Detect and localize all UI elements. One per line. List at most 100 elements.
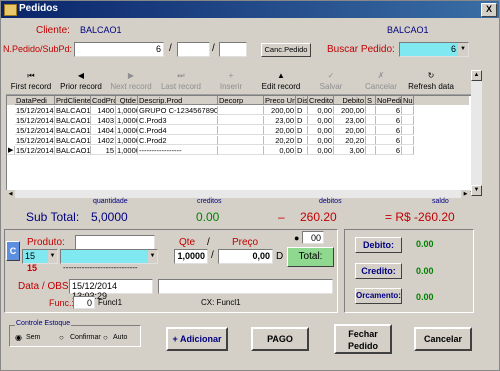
debito-button[interactable]: Debito: xyxy=(355,237,402,253)
grid-cell: 20,00 xyxy=(334,126,366,135)
scroll-down-icon[interactable]: ▼ xyxy=(471,185,482,196)
adicionar-button[interactable]: + Adicionar xyxy=(166,327,228,351)
chevron-down-icon[interactable]: ▼ xyxy=(458,43,468,56)
table-row[interactable]: 15/12/2014 BALCAO1 1400 1,0000 GRUPO C-12345… xyxy=(7,106,469,115)
grid-cell: D xyxy=(296,116,308,125)
grid-cell: C.Prod4 xyxy=(138,126,218,135)
estoque-sem-radio[interactable]: ◉ xyxy=(15,333,22,342)
grid-column-header[interactable]: Descrip.Prod xyxy=(138,96,218,105)
cancelar-button[interactable]: Cancelar xyxy=(414,327,472,351)
grid-column-header[interactable]: NoPedido xyxy=(376,96,402,105)
grid-column-header[interactable]: Debito xyxy=(334,96,366,105)
nav-button-4[interactable]: + Inserir xyxy=(208,70,254,94)
grid-cell xyxy=(366,146,376,155)
table-row[interactable]: 15/12/2014 BALCAO1 1404 1,0000 C.Prod4 20,00 D… xyxy=(7,126,469,135)
produto-code-select[interactable]: 15 ▼ xyxy=(22,249,58,264)
orcamento-button[interactable]: Orcamento: xyxy=(355,288,402,304)
debito-value: 0.00 xyxy=(416,239,434,249)
grid-column-header[interactable]: Nu xyxy=(402,96,414,105)
data-obs-input[interactable]: 15/12/2014 13:03:29 xyxy=(69,279,153,301)
grid-cell: 20,20 xyxy=(334,136,366,145)
scroll-left-icon[interactable]: ◀ xyxy=(6,190,15,198)
credito-button[interactable]: Credito: xyxy=(355,263,402,279)
nav-button-0[interactable]: ⏮ First record xyxy=(8,70,54,94)
chevron-down-icon[interactable]: ▼ xyxy=(148,250,157,263)
estoque-legend: Controle Estoque xyxy=(15,320,72,327)
scroll-up-icon[interactable]: ▲ xyxy=(471,70,482,81)
nav-button-1[interactable]: ◀ Prior record xyxy=(58,70,104,94)
grid-column-header[interactable]: CodProd xyxy=(91,96,116,105)
grid-cell: 1404 xyxy=(91,126,116,135)
pedido-slash-2: / xyxy=(212,43,215,54)
produto-search-input[interactable] xyxy=(75,235,155,250)
grid-column-header[interactable]: S xyxy=(366,96,376,105)
func-input[interactable]: 0 xyxy=(73,296,95,309)
grid-column-header[interactable]: Credito xyxy=(308,96,334,105)
estoque-confirmar-radio[interactable]: ○ xyxy=(59,333,64,342)
produto-desc-select[interactable]: ▼ xyxy=(60,249,158,264)
quantidade-value: 5,0000 xyxy=(91,210,128,224)
debito-indicator: D xyxy=(276,251,284,262)
grid-column-header[interactable]: DataPedi xyxy=(15,96,55,105)
grid-horizontal-scrollbar[interactable]: ◀ ▶ xyxy=(6,190,470,198)
pct-input[interactable]: 00 xyxy=(302,231,324,244)
canc-pedido-button[interactable]: Canc.Pedido xyxy=(261,43,311,57)
grid-cell: 15/12/2014 xyxy=(15,146,55,155)
nav-button-3[interactable]: ⏭ Last record xyxy=(158,70,204,94)
grid-cell: D xyxy=(296,106,308,115)
pedido-slash-1: / xyxy=(169,43,172,54)
nav-label-4: Inserir xyxy=(219,82,243,91)
obs-text-input[interactable] xyxy=(158,279,333,294)
subpedido-input[interactable] xyxy=(177,42,210,57)
grid-cell: 1400 xyxy=(91,106,116,115)
pago-button[interactable]: PAGO xyxy=(251,327,309,351)
subpedido-2-input[interactable] xyxy=(219,42,247,57)
grid-cell: 6 xyxy=(376,136,402,145)
nav-button-6[interactable]: ✓ Salvar xyxy=(308,70,354,94)
cliente-label: Cliente: xyxy=(36,25,70,36)
window-title: Pedidos xyxy=(19,3,58,14)
nav-button-7[interactable]: ✗ Cancelar xyxy=(358,70,404,94)
grid-header: DataPediPrdClienteCodProdQtdeDescrip.Pro… xyxy=(7,96,469,105)
grid-cell xyxy=(366,116,376,125)
c-button[interactable]: C xyxy=(6,241,20,261)
table-row[interactable]: 15/12/2014 BALCAO1 15 1,0000 ---------------… xyxy=(7,146,469,155)
grid-cell: 15/12/2014 xyxy=(15,126,55,135)
produto-code-value: 15 xyxy=(25,251,36,261)
nav-button-5[interactable]: ▲ Edit record xyxy=(258,70,304,94)
grid-column-header[interactable]: Preco Unit xyxy=(264,96,296,105)
current-row-indicator-icon: ▶ xyxy=(7,146,15,155)
grid-column-header[interactable]: Decorp xyxy=(218,96,264,105)
buscar-pedido-select[interactable]: 6 ▼ xyxy=(399,42,469,57)
nav-icon-2: ▶ xyxy=(127,71,135,80)
grid-cell: BALCAO1 xyxy=(55,126,91,135)
close-button[interactable]: X xyxy=(481,3,497,17)
grid-cell xyxy=(402,106,414,115)
title-bar: Pedidos X xyxy=(1,1,499,18)
items-grid[interactable]: DataPediPrdClienteCodProdQtdeDescrip.Pro… xyxy=(6,95,472,192)
grid-column-header[interactable]: PrdCliente xyxy=(55,96,91,105)
qte-preco-slash-2: / xyxy=(211,250,214,261)
pct-radio[interactable]: ● xyxy=(294,233,299,243)
nav-label-7: Cancelar xyxy=(364,82,397,91)
table-row[interactable]: 15/12/2014 BALCAO1 1403 1,0000 C.Prod3 23,00 D… xyxy=(7,116,469,125)
nav-button-2[interactable]: ▶ Next record xyxy=(108,70,154,94)
fechar-pedido-button[interactable]: Fechar Pedido xyxy=(334,324,392,354)
grid-cell: 200,00 xyxy=(264,106,296,115)
grid-column-header[interactable]: Qtde xyxy=(116,96,138,105)
total-button[interactable]: Total: xyxy=(287,247,334,267)
grid-cell: C.Prod2 xyxy=(138,136,218,145)
nav-button-8[interactable]: ↻ Refresh data xyxy=(408,70,454,94)
grid-column-header[interactable]: Dis xyxy=(296,96,308,105)
grid-vertical-scrollbar[interactable]: ▲ ▼ xyxy=(471,70,482,196)
scroll-right-icon[interactable]: ▶ xyxy=(461,190,470,198)
qte-input[interactable]: 1,0000 xyxy=(174,249,208,264)
subtotal-label: Sub Total: xyxy=(26,210,80,224)
preco-input[interactable]: 0,00 xyxy=(218,249,273,264)
table-row[interactable]: 15/12/2014 BALCAO1 1402 1,0000 C.Prod2 20,20 D… xyxy=(7,136,469,145)
creditos-value: 0.00 xyxy=(196,210,220,224)
func-name: Funcl1 xyxy=(98,298,123,307)
estoque-auto-radio[interactable]: ○ xyxy=(103,333,108,342)
pedido-number-input[interactable]: 6 xyxy=(74,42,164,57)
chevron-down-icon[interactable]: ▼ xyxy=(48,250,57,263)
